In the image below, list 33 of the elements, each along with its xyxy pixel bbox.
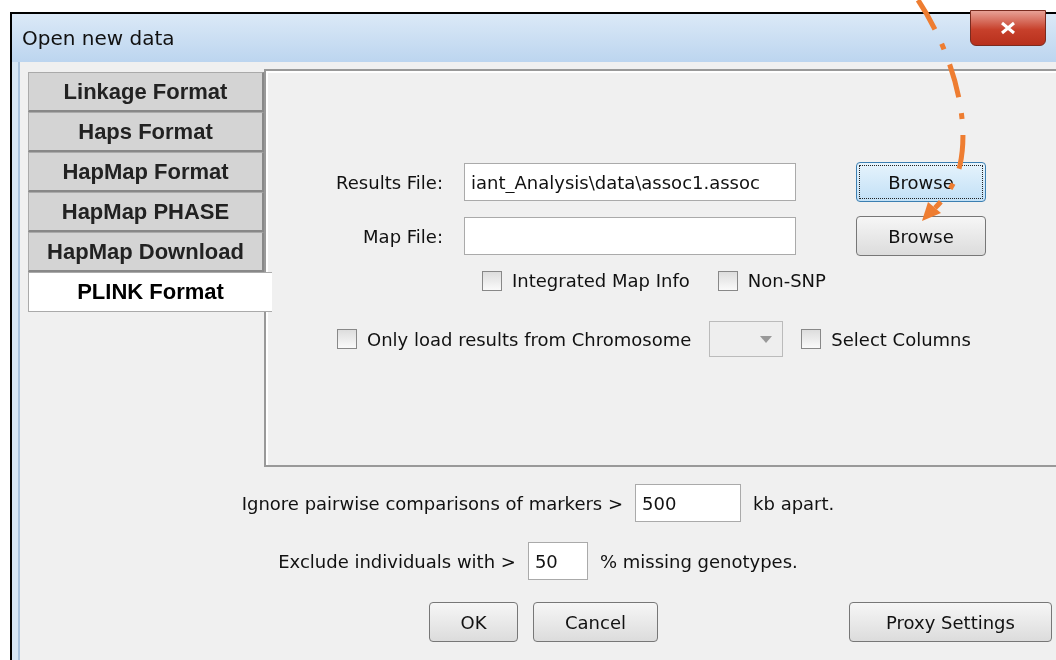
checkbox[interactable] — [337, 329, 357, 349]
file-path-field[interactable] — [464, 217, 796, 255]
unit-label: % missing genotypes. — [599, 550, 798, 572]
close-icon — [999, 21, 1017, 35]
proxy-settings-button[interactable]: Proxy Settings — [849, 602, 1052, 642]
distance-field[interactable]: 500 — [635, 484, 742, 522]
field-label: Map File: — [362, 225, 443, 247]
percent-field[interactable]: 50 — [527, 542, 588, 580]
setting-label: Exclude individuals with > — [278, 550, 516, 572]
tab[interactable]: PLINK Format — [28, 272, 272, 312]
window-title: Open new data — [22, 26, 175, 50]
tab[interactable]: HapMap PHASE — [28, 192, 264, 232]
tab[interactable]: Linkage Format — [28, 72, 264, 112]
close-button[interactable] — [970, 10, 1046, 46]
dialog-button[interactable]: OK — [429, 602, 518, 642]
browse-button[interactable]: Browse — [856, 216, 986, 256]
checkbox-label: Non-SNP — [747, 270, 826, 291]
browse-button[interactable]: Browse — [856, 162, 986, 202]
dialog-button[interactable]: Cancel — [533, 602, 658, 642]
checkbox-label: Select Columns — [831, 328, 971, 350]
file-path-field[interactable]: iant_Analysis\data\assoc1.assoc — [464, 163, 796, 201]
dropdown-caret-icon — [760, 335, 773, 343]
tab[interactable]: Haps Format — [28, 112, 264, 152]
tab[interactable]: HapMap Format — [28, 152, 264, 192]
checkbox[interactable] — [801, 329, 822, 349]
tab[interactable]: HapMap Download — [28, 232, 264, 272]
checkbox[interactable] — [482, 270, 502, 291]
field-label: Results File: — [335, 171, 443, 193]
checkbox-label: Only load results from Chromosome — [367, 328, 692, 350]
checkbox-label: Integrated Map Info — [512, 270, 690, 291]
checkbox[interactable] — [717, 270, 738, 291]
setting-label: Ignore pairwise comparisons of markers > — [241, 492, 624, 514]
unit-label: kb apart. — [753, 492, 835, 514]
